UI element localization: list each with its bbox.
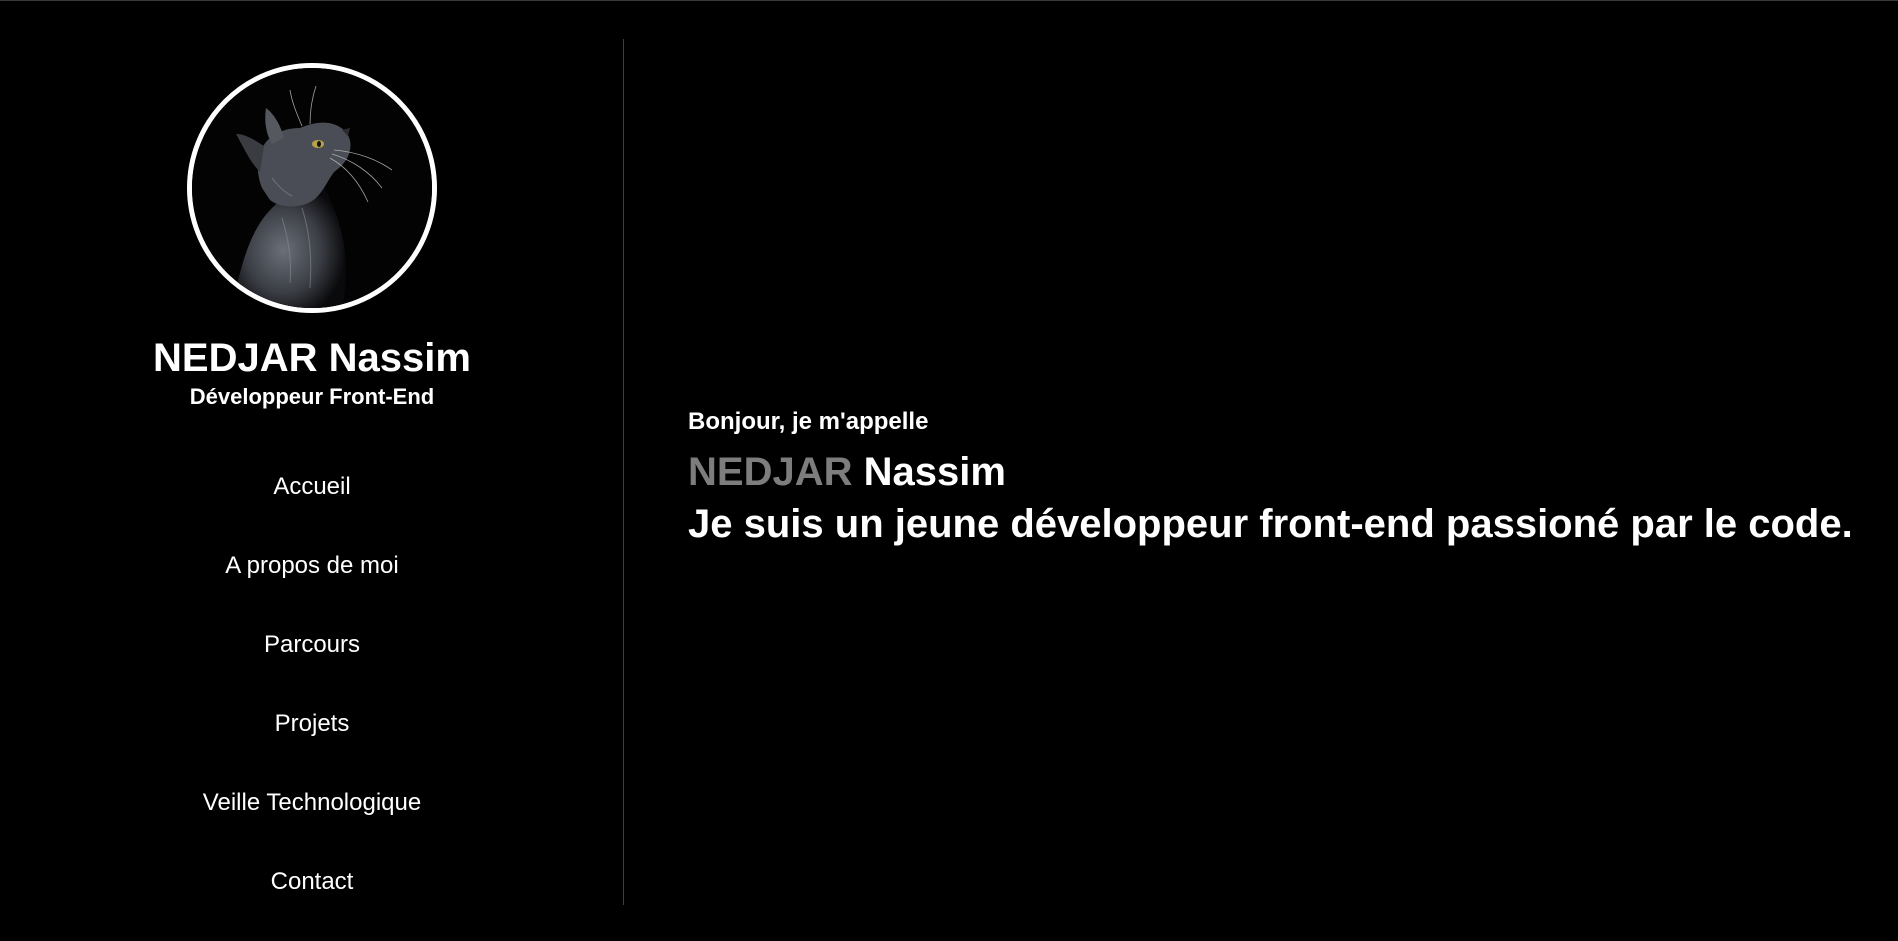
avatar [187,63,437,313]
profile-role: Développeur Front-End [189,384,435,409]
nav-item-parcours[interactable]: Parcours [0,621,624,700]
nav-item-projets[interactable]: Projets [0,700,624,779]
profile-name: NEDJAR Nassim [153,336,471,380]
sidebar: NEDJAR Nassim Développeur Front-End Accu… [0,0,624,941]
hero-section: Bonjour, je m'appelle NEDJAR Nassim Je s… [688,405,1853,547]
hero-last-name: NEDJAR [688,450,853,494]
hero-tagline: Je suis un jeune développeur front-end p… [688,502,1853,546]
sidebar-divider [623,39,624,905]
cat-photo-icon [192,68,432,308]
nav-item-accueil[interactable]: Accueil [0,463,624,542]
hero-name: NEDJAR Nassim [688,449,1853,495]
nav-item-contact[interactable]: Contact [0,858,624,937]
hero-greeting: Bonjour, je m'appelle [688,408,929,435]
hero-first-name: Nassim [863,450,1006,494]
nav-item-veille-technologique[interactable]: Veille Technologique [0,779,624,858]
main-navigation: Accueil A propos de moi Parcours Projets… [0,463,624,937]
nav-item-a-propos[interactable]: A propos de moi [0,542,624,621]
